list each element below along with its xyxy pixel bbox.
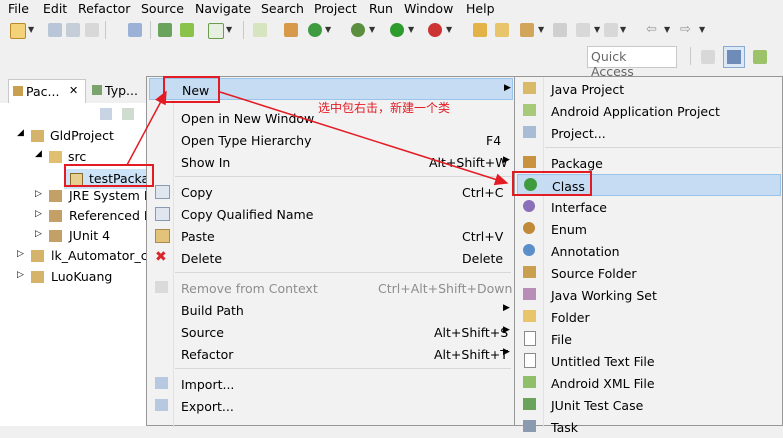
annotation-arrows [126, 90, 509, 186]
arrow-to-new [126, 90, 167, 166]
annotation-note: 选中包右击，新建一个类 [318, 101, 451, 115]
